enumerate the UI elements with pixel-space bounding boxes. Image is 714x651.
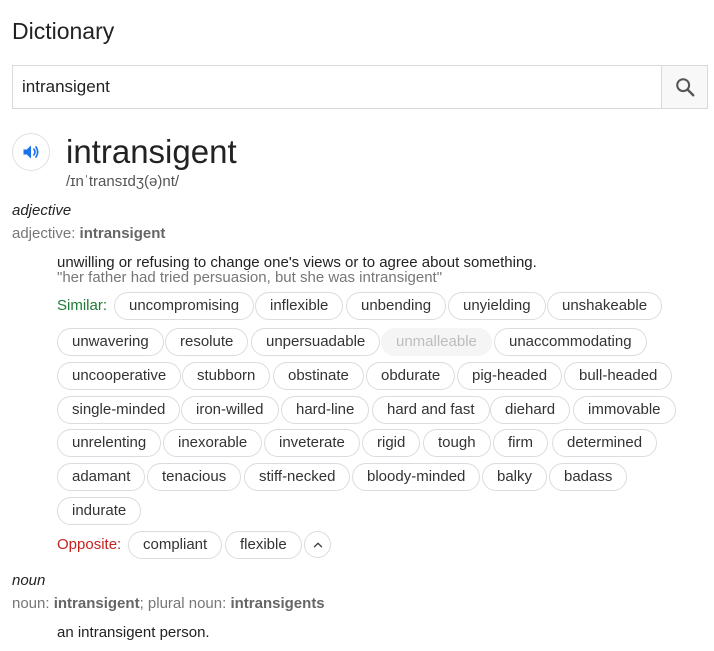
synonym-chip[interactable]: hard-line (281, 396, 370, 424)
synonym-chip[interactable]: uncooperative (57, 362, 182, 390)
chevron-up-icon (313, 542, 322, 547)
synonym-chip[interactable]: badass (549, 463, 628, 491)
synonym-chip[interactable]: iron-willed (181, 396, 279, 424)
search-box (12, 65, 708, 109)
pronounce-button[interactable] (12, 133, 50, 171)
noun-plural-prefix: ; plural noun: (139, 595, 231, 612)
synonym-chip[interactable]: rigid (362, 429, 421, 457)
synonym-chip[interactable]: firm (493, 429, 548, 457)
synonym-chip[interactable]: stubborn (182, 362, 271, 390)
synonym-chip[interactable]: single-minded (57, 396, 181, 424)
synonym-chip[interactable]: unrelenting (57, 429, 162, 457)
synonym-chip[interactable]: bloody-minded (352, 463, 481, 491)
synonym-chip[interactable]: determined (552, 429, 658, 457)
synonym-chip[interactable]: adamant (57, 463, 146, 491)
noun-plural-word: intransigents (230, 595, 325, 612)
synonym-chip[interactable]: tenacious (147, 463, 242, 491)
synonym-chip[interactable]: immovable (573, 396, 676, 424)
adjective-form-prefix: adjective: (12, 225, 80, 242)
adjective-example: "her father had tried persuasion, but sh… (57, 269, 443, 286)
synonym-chip[interactable]: obdurate (366, 362, 456, 390)
synonym-chip[interactable]: unbending (346, 292, 447, 320)
synonym-chip[interactable]: unshakeable (547, 292, 663, 320)
noun-form-prefix: noun: (12, 595, 54, 612)
collapse-button[interactable] (304, 531, 331, 558)
synonym-chip[interactable]: diehard (490, 396, 571, 424)
synonym-chip[interactable]: uncompromising (114, 292, 255, 320)
synonym-chip[interactable]: resolute (165, 328, 249, 356)
synonym-chip[interactable]: pig-headed (457, 362, 563, 390)
adjective-form-word: intransigent (79, 225, 166, 242)
synonym-chip[interactable]: inflexible (255, 292, 344, 320)
part-of-speech-adjective: adjective (12, 202, 72, 219)
synonym-chip[interactable]: unaccommodating (494, 328, 647, 356)
speaker-icon (23, 145, 39, 159)
search-button[interactable] (661, 66, 707, 108)
noun-definition: an intransigent person. (57, 624, 210, 641)
synonym-chip[interactable]: obstinate (273, 362, 364, 390)
adjective-form-line: adjective: intransigent (12, 225, 165, 242)
synonym-chip[interactable]: tough (423, 429, 491, 457)
part-of-speech-noun: noun (12, 572, 46, 589)
phonetic-spelling: /ɪnˈtransɪdʒ(ə)nt/ (66, 173, 180, 190)
synonym-chip[interactable]: bull-headed (564, 362, 673, 390)
similar-label: Similar: (57, 297, 108, 314)
search-input[interactable] (13, 66, 661, 108)
synonym-chip[interactable]: inexorable (163, 429, 263, 457)
noun-form-word: intransigent (53, 595, 140, 612)
synonym-chip-disabled: unmalleable (381, 328, 492, 356)
antonym-chip[interactable]: flexible (225, 531, 302, 559)
synonym-chip[interactable]: stiff-necked (244, 463, 351, 491)
opposite-label: Opposite: (57, 536, 122, 553)
page-title: Dictionary (12, 18, 115, 44)
synonym-chip[interactable]: balky (482, 463, 548, 491)
synonym-chip[interactable]: indurate (57, 497, 142, 525)
synonym-chip[interactable]: inveterate (264, 429, 360, 457)
noun-form-line: noun: intransigent; plural noun: intrans… (12, 595, 325, 612)
search-icon (675, 78, 694, 97)
synonym-chip[interactable]: unpersuadable (251, 328, 381, 356)
synonym-chip[interactable]: hard and fast (372, 396, 490, 424)
antonym-chip[interactable]: compliant (128, 531, 223, 559)
headword: intransigent (66, 133, 237, 170)
synonym-chip[interactable]: unyielding (448, 292, 546, 320)
synonym-chip[interactable]: unwavering (57, 328, 164, 356)
